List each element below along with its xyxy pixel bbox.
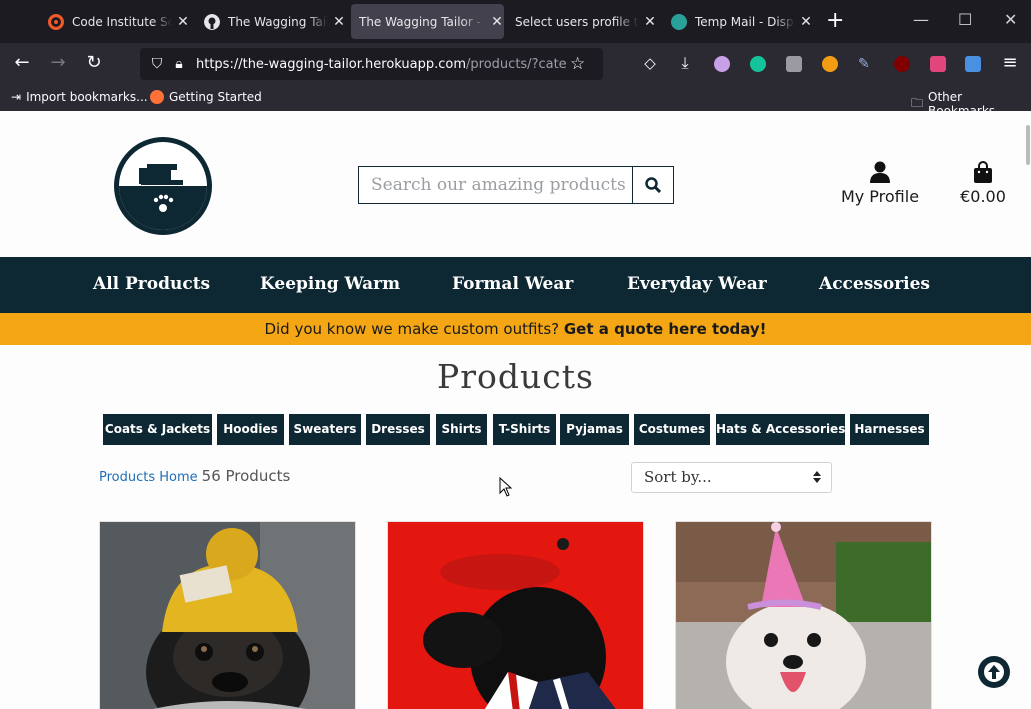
category-t-shirts[interactable]: T-Shirts bbox=[493, 414, 556, 445]
quote-link[interactable]: Get a quote here today! bbox=[564, 320, 767, 338]
product-card-red-beret[interactable] bbox=[387, 521, 644, 709]
page-scrollbar[interactable] bbox=[1026, 125, 1030, 165]
minimize-icon[interactable]: — bbox=[913, 10, 929, 29]
nav-everyday-wear[interactable]: Everyday Wear bbox=[627, 274, 767, 294]
product-image bbox=[388, 522, 643, 709]
nav-all-products[interactable]: All Products bbox=[93, 274, 210, 294]
category-coats-jackets[interactable]: Coats & Jackets bbox=[103, 414, 212, 445]
site-logo[interactable] bbox=[113, 136, 213, 236]
breadcrumb: Products Home 56 Products bbox=[99, 467, 290, 485]
github-icon bbox=[204, 13, 220, 30]
promo-banner: Did you know we make custom outfits? Get… bbox=[0, 313, 1031, 345]
extension-icon[interactable] bbox=[786, 56, 802, 72]
main-navigation: All Products Keeping Warm Formal Wear Ev… bbox=[0, 257, 1031, 313]
category-sweaters[interactable]: Sweaters bbox=[289, 414, 361, 445]
menu-icon[interactable]: ≡ bbox=[998, 53, 1022, 73]
search-input[interactable] bbox=[359, 167, 632, 203]
category-hats-accessories[interactable]: Hats & Accessories bbox=[716, 414, 845, 445]
product-count: 56 Products bbox=[201, 467, 291, 485]
product-card-yellow-beanie[interactable] bbox=[99, 521, 356, 709]
extension-avatar-icon[interactable] bbox=[714, 56, 730, 72]
user-icon bbox=[870, 161, 890, 183]
search-form bbox=[358, 166, 674, 204]
shopping-bag-link[interactable]: €0.00 bbox=[956, 161, 1010, 206]
products-home-link[interactable]: Products Home bbox=[99, 470, 198, 485]
nav-formal-wear[interactable]: Formal Wear bbox=[452, 274, 573, 294]
close-icon[interactable]: ✕ bbox=[799, 14, 813, 30]
color-picker-icon[interactable]: ✎ bbox=[858, 56, 874, 72]
search-icon bbox=[645, 177, 661, 193]
product-image bbox=[676, 522, 931, 709]
arrow-up-icon bbox=[984, 662, 1004, 682]
close-icon[interactable]: ✕ bbox=[176, 14, 190, 30]
close-icon[interactable]: ✕ bbox=[490, 14, 504, 30]
search-button[interactable] bbox=[632, 167, 673, 203]
category-hoodies[interactable]: Hoodies bbox=[217, 414, 284, 445]
bookmarks-bar: ⇥ Import bookmarks... Getting Started 🗀 Ot… bbox=[0, 85, 1031, 118]
translate-icon[interactable] bbox=[965, 56, 981, 72]
mouse-cursor-icon bbox=[499, 477, 513, 497]
shield-icon[interactable]: ⛉ bbox=[146, 56, 168, 72]
category-shirts[interactable]: Shirts bbox=[436, 414, 487, 445]
window-close-icon[interactable]: ✕ bbox=[1004, 10, 1017, 29]
firefox-icon bbox=[150, 90, 164, 104]
back-to-top-button[interactable] bbox=[978, 656, 1010, 688]
import-bookmarks-link[interactable]: ⇥ Import bookmarks... bbox=[11, 90, 148, 104]
product-card-party-hat[interactable] bbox=[675, 521, 932, 709]
page-title: Products bbox=[437, 357, 594, 396]
my-profile-link[interactable]: My Profile bbox=[840, 161, 920, 206]
extension-pink-icon[interactable] bbox=[930, 56, 946, 72]
nav-keeping-warm[interactable]: Keeping Warm bbox=[260, 274, 400, 294]
temp-mail-icon bbox=[671, 13, 687, 30]
tab-code-institute[interactable]: Code Institute School ✕ bbox=[40, 4, 190, 39]
tab-wagging-tailor-active[interactable]: The Wagging Tailor - Online ✕ bbox=[351, 4, 504, 39]
browser-tab-bar: Code Institute School ✕ The Wagging Tail… bbox=[0, 0, 1031, 43]
tab-select-users[interactable]: Select users profile to ... ✕ bbox=[507, 4, 657, 39]
tab-temp-mail[interactable]: Temp Mail - Disposable ✕ bbox=[663, 4, 813, 39]
browser-toolbar: ← → ↻ ⛉ 🔒︎ https://the-wagging-tailor.he… bbox=[0, 43, 1031, 85]
getting-started-link[interactable]: Getting Started bbox=[150, 90, 262, 104]
category-harnesses[interactable]: Harnesses bbox=[850, 414, 929, 445]
shopping-bag-icon bbox=[974, 161, 992, 183]
forward-arrow-icon[interactable]: → bbox=[46, 53, 70, 73]
download-icon[interactable]: ⤓ bbox=[673, 53, 697, 73]
close-icon[interactable]: ✕ bbox=[332, 14, 346, 30]
select-arrows-icon bbox=[813, 471, 821, 483]
ublock-icon[interactable] bbox=[894, 56, 910, 72]
url-text[interactable]: https://the-wagging-tailor.herokuapp.com… bbox=[196, 57, 566, 72]
category-pyjamas[interactable]: Pyjamas bbox=[560, 414, 629, 445]
back-arrow-icon[interactable]: ← bbox=[10, 53, 34, 73]
maximize-icon[interactable]: ☐ bbox=[958, 10, 972, 29]
category-dresses[interactable]: Dresses bbox=[366, 414, 430, 445]
category-costumes[interactable]: Costumes bbox=[634, 414, 710, 445]
grammarly-icon[interactable] bbox=[750, 56, 766, 72]
sort-select[interactable]: Sort by... bbox=[631, 462, 832, 493]
lock-icon[interactable]: 🔒︎ bbox=[168, 56, 190, 72]
address-bar[interactable]: ⛉ 🔒︎ https://the-wagging-tailor.herokuap… bbox=[140, 48, 603, 80]
new-tab-button[interactable]: + bbox=[826, 9, 844, 33]
nav-accessories[interactable]: Accessories bbox=[819, 274, 930, 294]
web-page: My Profile €0.00 All Products Keeping Wa… bbox=[0, 111, 1031, 709]
import-icon: ⇥ bbox=[11, 90, 22, 104]
pocket-icon[interactable]: ◇ bbox=[638, 53, 662, 73]
bookmark-star-icon[interactable]: ☆ bbox=[570, 54, 585, 74]
opera-icon bbox=[48, 13, 64, 30]
tab-github[interactable]: The Wagging Tailor ✕ bbox=[196, 4, 346, 39]
close-icon[interactable]: ✕ bbox=[643, 14, 657, 30]
product-image bbox=[100, 522, 355, 709]
reload-icon[interactable]: ↻ bbox=[82, 53, 106, 73]
extension-g-icon[interactable] bbox=[822, 56, 838, 72]
